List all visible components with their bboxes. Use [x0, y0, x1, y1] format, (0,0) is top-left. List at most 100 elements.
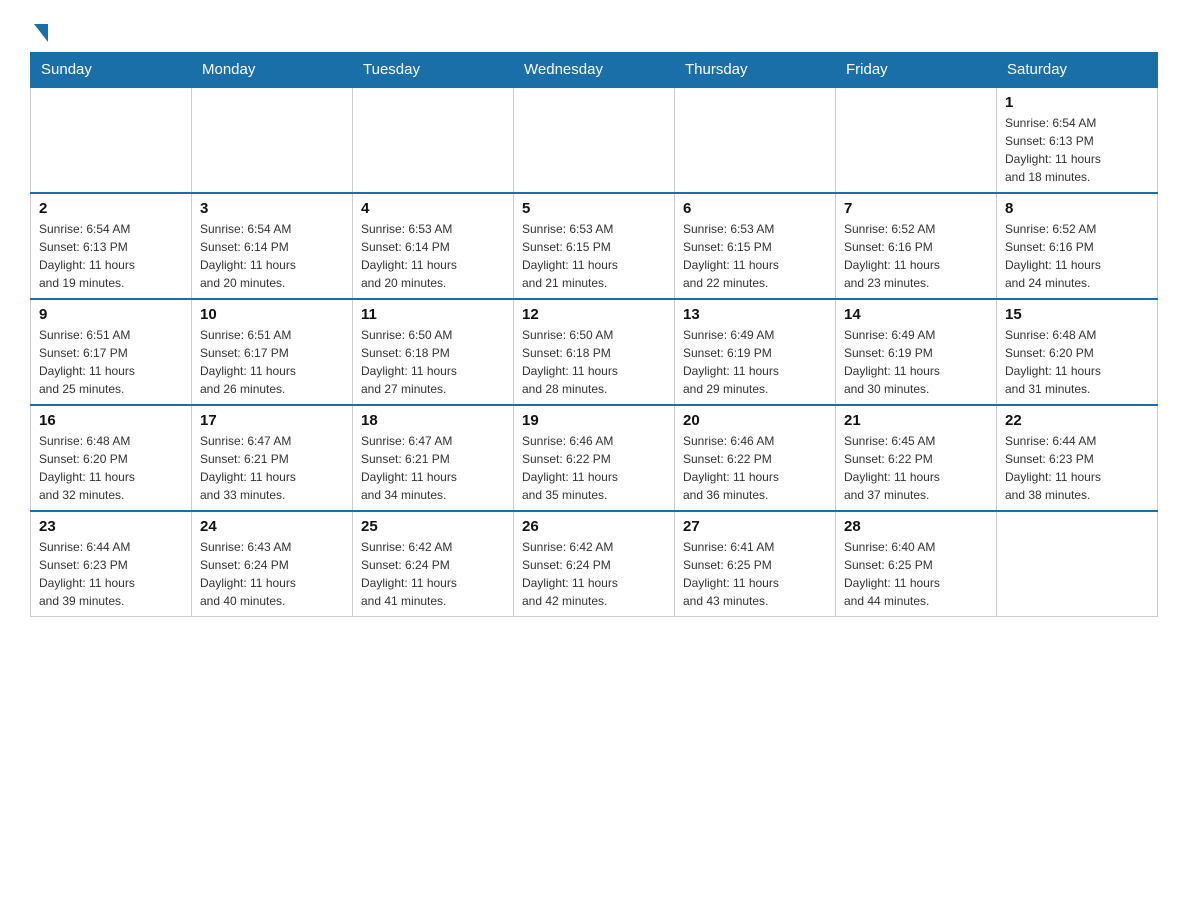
logo-arrow-icon	[34, 24, 48, 42]
day-info: Sunrise: 6:41 AM Sunset: 6:25 PM Dayligh…	[683, 538, 827, 610]
calendar-day-cell	[353, 87, 514, 193]
calendar-day-cell: 20Sunrise: 6:46 AM Sunset: 6:22 PM Dayli…	[675, 405, 836, 511]
day-number: 28	[844, 518, 988, 535]
calendar-day-cell	[675, 87, 836, 193]
day-info: Sunrise: 6:42 AM Sunset: 6:24 PM Dayligh…	[522, 538, 666, 610]
day-number: 23	[39, 518, 183, 535]
day-info: Sunrise: 6:53 AM Sunset: 6:15 PM Dayligh…	[522, 220, 666, 292]
day-number: 22	[1005, 412, 1149, 429]
day-info: Sunrise: 6:54 AM Sunset: 6:13 PM Dayligh…	[39, 220, 183, 292]
day-number: 9	[39, 306, 183, 323]
calendar-day-cell: 17 Sunrise: 6:47 AM Sunset: 6:21 PM Dayli…	[192, 405, 353, 511]
calendar-day-cell: 18 Sunrise: 6:47 AM Sunset: 6:21 PM Dayli…	[353, 405, 514, 511]
day-info: Sunrise: 6:44 AM Sunset: 6:23 PM Dayligh…	[1005, 432, 1149, 504]
day-number: 10	[200, 306, 344, 323]
calendar-week-row: 9 Sunrise: 6:51 AM Sunset: 6:17 PM Daylig…	[31, 299, 1158, 405]
day-info: Sunrise: 6:46 AM Sunset: 6:22 PM Dayligh…	[522, 432, 666, 504]
day-number: 4	[361, 200, 505, 217]
day-number: 16	[39, 412, 183, 429]
calendar-day-cell: 1 Sunrise: 6:54 AM Sunset: 6:13 PM Daylig…	[997, 87, 1158, 193]
day-info: Sunrise: 6:53 AM Sunset: 6:14 PM Dayligh…	[361, 220, 505, 292]
day-number: 1	[1005, 94, 1149, 111]
day-info: Sunrise: 6:45 AM Sunset: 6:22 PM Dayligh…	[844, 432, 988, 504]
day-info: Sunrise: 6:53 AM Sunset: 6:15 PM Dayligh…	[683, 220, 827, 292]
day-info: Sunrise: 6:54 AM Sunset: 6:13 PM Dayligh…	[1005, 114, 1149, 186]
calendar-day-cell: 15 Sunrise: 6:48 AM Sunset: 6:20 PM Dayli…	[997, 299, 1158, 405]
calendar-day-cell: 24 Sunrise: 6:43 AM Sunset: 6:24 PM Dayli…	[192, 511, 353, 617]
day-number: 27	[683, 518, 827, 535]
calendar-day-header: Sunday	[31, 53, 192, 88]
day-info: Sunrise: 6:42 AM Sunset: 6:24 PM Dayligh…	[361, 538, 505, 610]
calendar-day-cell: 14 Sunrise: 6:49 AM Sunset: 6:19 PM Dayli…	[836, 299, 997, 405]
calendar-day-cell: 26 Sunrise: 6:42 AM Sunset: 6:24 PM Dayli…	[514, 511, 675, 617]
day-number: 19	[522, 412, 666, 429]
day-number: 5	[522, 200, 666, 217]
calendar-day-header: Monday	[192, 53, 353, 88]
calendar-day-cell: 10 Sunrise: 6:51 AM Sunset: 6:17 PM Dayli…	[192, 299, 353, 405]
calendar-day-header: Friday	[836, 53, 997, 88]
day-info: Sunrise: 6:52 AM Sunset: 6:16 PM Dayligh…	[844, 220, 988, 292]
day-info: Sunrise: 6:49 AM Sunset: 6:19 PM Dayligh…	[683, 326, 827, 398]
day-info: Sunrise: 6:48 AM Sunset: 6:20 PM Dayligh…	[39, 432, 183, 504]
calendar-day-cell: 3 Sunrise: 6:54 AM Sunset: 6:14 PM Daylig…	[192, 193, 353, 299]
calendar-week-row: 2 Sunrise: 6:54 AM Sunset: 6:13 PM Daylig…	[31, 193, 1158, 299]
calendar-day-cell: 7 Sunrise: 6:52 AM Sunset: 6:16 PM Daylig…	[836, 193, 997, 299]
calendar-day-cell	[836, 87, 997, 193]
calendar-day-header: Saturday	[997, 53, 1158, 88]
day-info: Sunrise: 6:40 AM Sunset: 6:25 PM Dayligh…	[844, 538, 988, 610]
day-info: Sunrise: 6:46 AM Sunset: 6:22 PM Dayligh…	[683, 432, 827, 504]
day-info: Sunrise: 6:47 AM Sunset: 6:21 PM Dayligh…	[200, 432, 344, 504]
calendar-week-row: 16 Sunrise: 6:48 AM Sunset: 6:20 PM Dayli…	[31, 405, 1158, 511]
day-info: Sunrise: 6:47 AM Sunset: 6:21 PM Dayligh…	[361, 432, 505, 504]
day-number: 6	[683, 200, 827, 217]
day-number: 7	[844, 200, 988, 217]
calendar-day-cell: 21 Sunrise: 6:45 AM Sunset: 6:22 PM Dayli…	[836, 405, 997, 511]
calendar-header-row: SundayMondayTuesdayWednesdayThursdayFrid…	[31, 53, 1158, 88]
calendar-week-row: 1 Sunrise: 6:54 AM Sunset: 6:13 PM Daylig…	[31, 87, 1158, 193]
day-number: 25	[361, 518, 505, 535]
day-number: 21	[844, 412, 988, 429]
calendar-day-cell: 22 Sunrise: 6:44 AM Sunset: 6:23 PM Dayli…	[997, 405, 1158, 511]
day-number: 3	[200, 200, 344, 217]
page-header	[30, 20, 1158, 42]
calendar-day-header: Tuesday	[353, 53, 514, 88]
day-number: 17	[200, 412, 344, 429]
calendar-day-cell	[192, 87, 353, 193]
calendar-day-cell: 9 Sunrise: 6:51 AM Sunset: 6:17 PM Daylig…	[31, 299, 192, 405]
day-info: Sunrise: 6:52 AM Sunset: 6:16 PM Dayligh…	[1005, 220, 1149, 292]
calendar-day-cell	[31, 87, 192, 193]
day-info: Sunrise: 6:54 AM Sunset: 6:14 PM Dayligh…	[200, 220, 344, 292]
calendar-day-cell: 23Sunrise: 6:44 AM Sunset: 6:23 PM Dayli…	[31, 511, 192, 617]
calendar-table: SundayMondayTuesdayWednesdayThursdayFrid…	[30, 52, 1158, 617]
calendar-day-cell: 11Sunrise: 6:50 AM Sunset: 6:18 PM Dayli…	[353, 299, 514, 405]
day-info: Sunrise: 6:51 AM Sunset: 6:17 PM Dayligh…	[200, 326, 344, 398]
day-info: Sunrise: 6:51 AM Sunset: 6:17 PM Dayligh…	[39, 326, 183, 398]
day-info: Sunrise: 6:50 AM Sunset: 6:18 PM Dayligh…	[522, 326, 666, 398]
calendar-day-cell	[514, 87, 675, 193]
day-number: 2	[39, 200, 183, 217]
calendar-day-cell: 4 Sunrise: 6:53 AM Sunset: 6:14 PM Daylig…	[353, 193, 514, 299]
calendar-day-cell: 12 Sunrise: 6:50 AM Sunset: 6:18 PM Dayli…	[514, 299, 675, 405]
calendar-day-cell: 27 Sunrise: 6:41 AM Sunset: 6:25 PM Dayli…	[675, 511, 836, 617]
day-number: 26	[522, 518, 666, 535]
calendar-day-cell: 19 Sunrise: 6:46 AM Sunset: 6:22 PM Dayli…	[514, 405, 675, 511]
day-number: 14	[844, 306, 988, 323]
day-info: Sunrise: 6:48 AM Sunset: 6:20 PM Dayligh…	[1005, 326, 1149, 398]
calendar-day-cell: 25 Sunrise: 6:42 AM Sunset: 6:24 PM Dayli…	[353, 511, 514, 617]
day-info: Sunrise: 6:49 AM Sunset: 6:19 PM Dayligh…	[844, 326, 988, 398]
calendar-day-cell: 28 Sunrise: 6:40 AM Sunset: 6:25 PM Dayli…	[836, 511, 997, 617]
day-number: 15	[1005, 306, 1149, 323]
day-number: 24	[200, 518, 344, 535]
calendar-day-cell: 8Sunrise: 6:52 AM Sunset: 6:16 PM Daylig…	[997, 193, 1158, 299]
day-number: 12	[522, 306, 666, 323]
day-info: Sunrise: 6:50 AM Sunset: 6:18 PM Dayligh…	[361, 326, 505, 398]
calendar-day-cell: 2 Sunrise: 6:54 AM Sunset: 6:13 PM Daylig…	[31, 193, 192, 299]
calendar-day-cell: 13Sunrise: 6:49 AM Sunset: 6:19 PM Dayli…	[675, 299, 836, 405]
calendar-day-cell: 5 Sunrise: 6:53 AM Sunset: 6:15 PM Daylig…	[514, 193, 675, 299]
logo	[30, 20, 48, 42]
calendar-day-header: Wednesday	[514, 53, 675, 88]
calendar-day-header: Thursday	[675, 53, 836, 88]
calendar-week-row: 23Sunrise: 6:44 AM Sunset: 6:23 PM Dayli…	[31, 511, 1158, 617]
day-info: Sunrise: 6:43 AM Sunset: 6:24 PM Dayligh…	[200, 538, 344, 610]
day-number: 18	[361, 412, 505, 429]
